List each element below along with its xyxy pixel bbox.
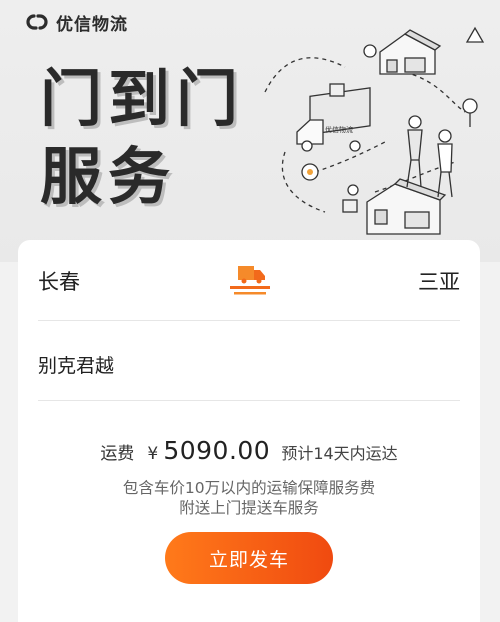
logistics-illustration: 优信物流: [264, 26, 485, 235]
link-logo-icon: [26, 14, 48, 30]
truck-icon: [230, 266, 270, 295]
fee-note-insurance: 包含车价10万以内的运输保障服务费: [122, 479, 376, 497]
ship-now-button[interactable]: 立即发车: [165, 532, 333, 584]
divider: [38, 320, 460, 321]
promo-banner: 优信物流 门到门 服务 优信物流: [0, 0, 500, 262]
delivery-eta: 预计14天内运达: [281, 444, 398, 463]
banner-headline-line1: 门到门: [40, 62, 245, 135]
vehicle-model[interactable]: 别克君越: [38, 351, 114, 378]
fee-currency: ¥: [147, 444, 159, 464]
brand-logo: 优信物流: [24, 11, 128, 35]
truck-sign-text: 优信物流: [325, 125, 353, 134]
route-row: 长春 三亚: [18, 240, 480, 320]
fee-line: 运费 ¥ 5090.00 预计14天内运达: [18, 436, 480, 465]
divider: [38, 400, 460, 401]
banner-headline-line2: 服务: [40, 140, 177, 213]
fee-amount: 5090.00: [163, 436, 271, 465]
fee-note-doorstep: 附送上门提送车服务: [179, 499, 319, 517]
origin-city[interactable]: 长春: [38, 266, 80, 296]
destination-city[interactable]: 三亚: [418, 266, 460, 296]
brand-name: 优信物流: [56, 14, 128, 35]
fee-label: 运费: [100, 444, 135, 464]
order-card: 长春 三亚 别克君越 运费 ¥ 5090.00 预计14天内运达 包含车价10万…: [18, 240, 480, 622]
